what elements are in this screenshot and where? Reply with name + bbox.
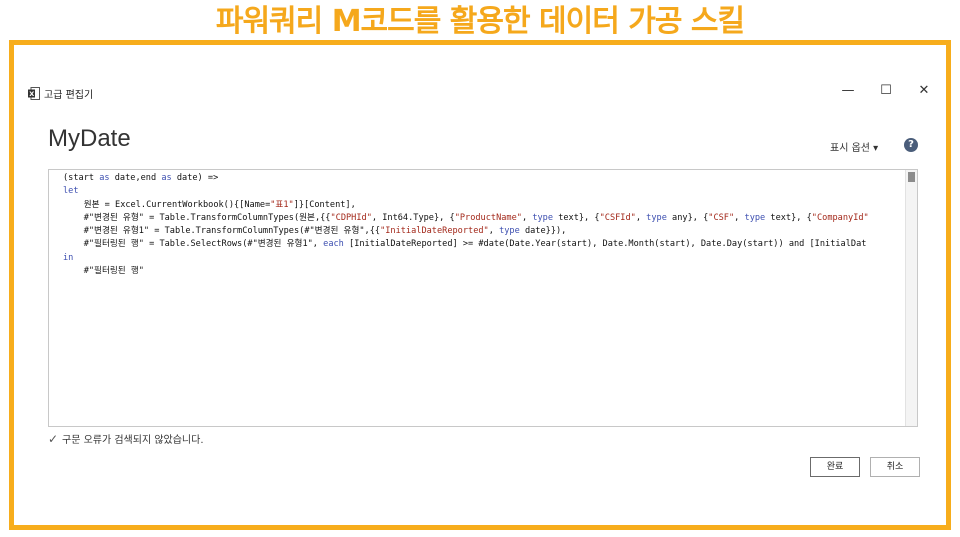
slide-title: 파워쿼리 M코드를 활용한 데이터 가공 스킬	[215, 4, 745, 39]
code-line[interactable]: #"필터링된 행"	[63, 265, 869, 278]
code-line[interactable]: (start as date,end as date) =>	[63, 172, 869, 185]
done-button[interactable]: 완료	[810, 457, 860, 477]
cancel-button[interactable]: 취소	[870, 457, 920, 477]
minimize-button[interactable]: —	[834, 80, 862, 102]
syntax-status: ✓ 구문 오류가 검색되지 않았습니다.	[48, 431, 204, 446]
code-line[interactable]: 원본 = Excel.CurrentWorkbook(){[Name="표1"]…	[63, 199, 869, 212]
code-line[interactable]: #"필터링된 행" = Table.SelectRows(#"변경된 유형1",…	[63, 238, 869, 251]
advanced-editor-window: X 고급 편집기 — ☐ ✕ MyDate 표시 옵션 ▾ ? (start a…	[9, 40, 951, 530]
excel-icon: X	[28, 87, 40, 100]
code-editor[interactable]: (start as date,end as date) => let 원본 = E…	[48, 169, 918, 427]
code-line[interactable]: #"변경된 유형1" = Table.TransformColumnTypes(…	[63, 225, 869, 238]
code-content[interactable]: (start as date,end as date) => let 원본 = E…	[63, 172, 869, 278]
help-icon[interactable]: ?	[904, 138, 918, 152]
code-line[interactable]: in	[63, 252, 869, 265]
display-options-dropdown[interactable]: 표시 옵션 ▾	[830, 139, 878, 154]
status-message: 구문 오류가 검색되지 않았습니다.	[62, 435, 204, 446]
scrollbar-thumb[interactable]	[908, 172, 915, 182]
vertical-scrollbar[interactable]	[905, 170, 917, 426]
query-name: MyDate	[48, 125, 131, 152]
code-line[interactable]: #"변경된 유형" = Table.TransformColumnTypes(원…	[63, 212, 869, 225]
svg-text:X: X	[29, 90, 34, 98]
window-title: 고급 편집기	[44, 90, 94, 101]
maximize-button[interactable]: ☐	[872, 80, 900, 102]
close-button[interactable]: ✕	[910, 80, 938, 102]
check-icon: ✓	[48, 432, 59, 446]
code-line[interactable]: let	[63, 185, 869, 198]
